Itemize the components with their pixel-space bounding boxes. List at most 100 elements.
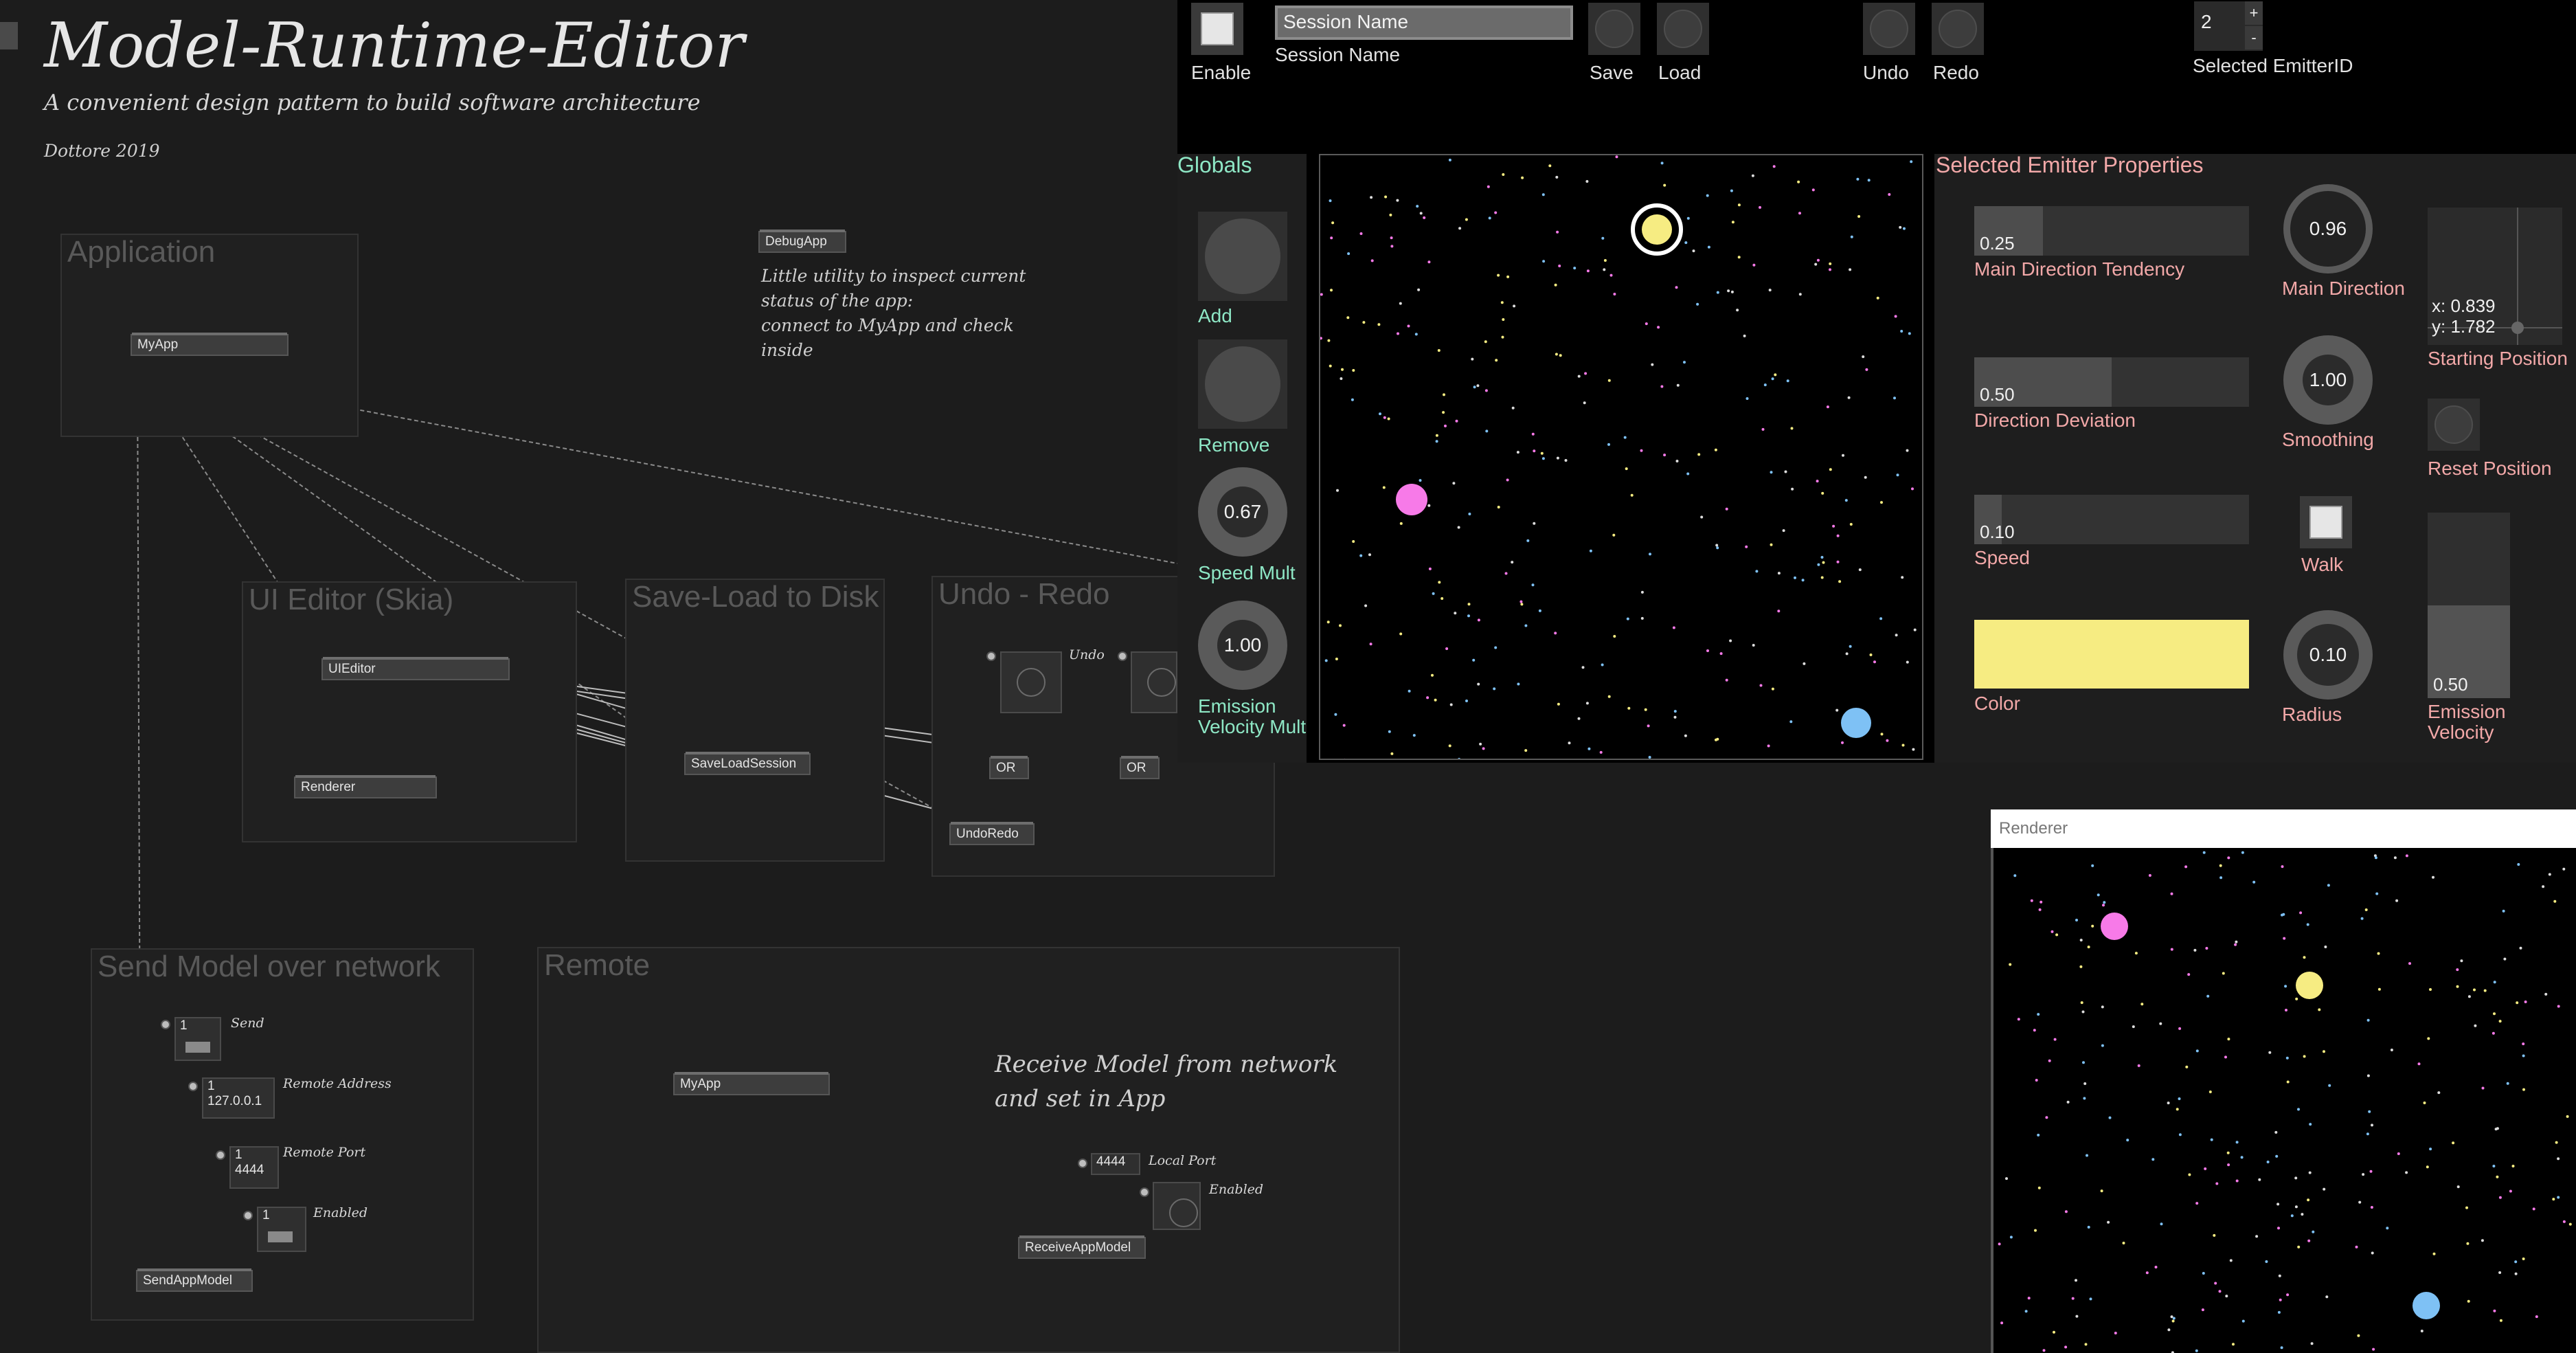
redo-bang[interactable] [1131, 651, 1177, 713]
particle [1640, 616, 1644, 620]
particle [1838, 580, 1842, 583]
particle [1649, 552, 1651, 556]
particle [2499, 1319, 2502, 1322]
node-debugapp[interactable]: DebugApp [758, 230, 846, 253]
pad-handle[interactable] [2511, 322, 2524, 334]
emitter-selection-ring[interactable] [1631, 203, 1683, 256]
particle [2227, 1038, 2230, 1041]
particle [2053, 1330, 2055, 1334]
particle [2091, 924, 2094, 928]
emitter-yellow[interactable] [1642, 214, 1672, 245]
node-myapp[interactable]: MyApp [131, 333, 289, 356]
particle [1791, 487, 1794, 491]
walk-toggle[interactable] [2300, 496, 2352, 548]
particle [2195, 1202, 2199, 1205]
particle [2080, 1001, 2083, 1005]
node-or[interactable]: OR [1120, 756, 1160, 779]
particle [2037, 1133, 2040, 1137]
particle [1467, 603, 1471, 606]
enabled-toggle-box[interactable]: 1 [257, 1207, 306, 1252]
particle [2172, 1317, 2176, 1320]
color-picker[interactable] [1974, 620, 2249, 689]
remove-button[interactable] [1198, 339, 1287, 429]
main-direction-knob[interactable]: 0.96 [2283, 184, 2373, 273]
particle-canvas[interactable] [1319, 154, 1923, 760]
particle [1568, 741, 1571, 745]
direction-deviation-slider[interactable]: 0.50 [1974, 357, 2249, 407]
particle [1719, 652, 1723, 656]
starting-position-pad[interactable]: x: 0.839 y: 1.782 [2428, 208, 2562, 345]
emission-velocity-mult-knob[interactable]: 1.00 [1198, 601, 1287, 690]
particle [2429, 988, 2432, 991]
particle [1330, 236, 1333, 240]
particle [2170, 948, 2173, 951]
particle [1820, 576, 1824, 579]
particle [2429, 1148, 2432, 1151]
particle [1448, 158, 1451, 161]
radius-knob[interactable]: 0.10 [2283, 610, 2373, 700]
pin[interactable] [1118, 651, 1127, 661]
main-direction-tendency-slider[interactable]: 0.25 [1974, 206, 2249, 256]
emitter-pink[interactable] [1396, 484, 1427, 515]
node-uieditor[interactable]: UIEditor [321, 657, 510, 680]
pin[interactable] [1140, 1187, 1149, 1197]
node-or[interactable]: OR [989, 756, 1029, 779]
renderer-title-bar[interactable]: Renderer [1991, 809, 2576, 848]
load-button[interactable] [1657, 3, 1709, 55]
emitter-id-increment[interactable]: + [2245, 1, 2263, 25]
particle [1329, 199, 1332, 203]
node-undoredo[interactable]: UndoRedo [949, 822, 1035, 845]
particle [2360, 917, 2364, 920]
node-receiveappmodel[interactable]: ReceiveAppModel [1018, 1235, 1146, 1259]
pin[interactable] [243, 1211, 253, 1220]
particle [2568, 1222, 2572, 1226]
redo-button[interactable] [1932, 3, 1984, 55]
send-bang-box[interactable]: 1 [174, 1017, 221, 1061]
remote-port-box[interactable]: 1 4444 [229, 1146, 279, 1189]
pin[interactable] [1078, 1159, 1087, 1168]
particle [2206, 994, 2210, 998]
particle [2297, 1108, 2300, 1111]
local-port-box[interactable]: 4444 [1091, 1153, 1140, 1175]
remote-address-box[interactable]: 1 127.0.0.1 [202, 1077, 275, 1119]
reset-position-button[interactable] [2428, 399, 2480, 451]
particle [1627, 706, 1631, 710]
particle [1465, 700, 1468, 702]
particle [1502, 173, 1505, 176]
particle [2017, 1018, 2020, 1021]
node-sendappmodel[interactable]: SendAppModel [136, 1268, 253, 1292]
save-button[interactable] [1588, 3, 1640, 55]
particle [1782, 529, 1785, 533]
particle [2522, 1042, 2525, 1046]
pin[interactable] [986, 651, 996, 661]
undo-bang[interactable] [1000, 651, 1062, 713]
undo-button[interactable] [1863, 3, 1915, 55]
particle [1684, 241, 1688, 245]
pin[interactable] [161, 1020, 170, 1029]
particle [1359, 554, 1363, 557]
particle [2432, 875, 2434, 879]
add-button[interactable] [1198, 212, 1287, 301]
pin[interactable] [216, 1150, 225, 1160]
particle [2240, 1156, 2244, 1159]
session-name-field[interactable]: Session Name [1275, 5, 1573, 40]
enable-toggle[interactable] [1191, 3, 1243, 55]
node-saveloadsession[interactable]: SaveLoadSession [684, 752, 811, 775]
node-renderer[interactable]: Renderer [294, 775, 437, 798]
node-myapp-remote[interactable]: MyApp [673, 1072, 830, 1095]
emitter-blue[interactable] [1841, 708, 1871, 738]
emitter-id-decrement[interactable]: - [2245, 26, 2263, 49]
emission-velocity-slider[interactable]: 0.50 [2428, 513, 2510, 698]
speed-slider[interactable]: 0.10 [1974, 495, 2249, 544]
speed-mult-knob[interactable]: 0.67 [1198, 467, 1287, 557]
pin[interactable] [188, 1082, 198, 1091]
remote-enabled-toggle[interactable] [1153, 1182, 1201, 1230]
remote-port-label: Remote Port [283, 1145, 366, 1160]
particle [2064, 1345, 2068, 1349]
particle [1912, 748, 1915, 751]
particle [1692, 249, 1695, 253]
smoothing-knob[interactable]: 1.00 [2283, 335, 2373, 425]
particle [1609, 273, 1613, 277]
debug-comment-line: connect to MyApp and check [761, 315, 1014, 335]
emitter-id-stepper[interactable]: 2 + - [2194, 1, 2263, 51]
